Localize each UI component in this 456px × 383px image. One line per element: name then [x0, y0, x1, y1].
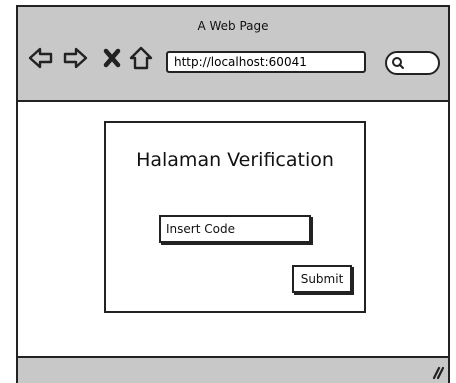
- search-icon: [392, 57, 404, 69]
- code-input[interactable]: [159, 215, 311, 243]
- search-button[interactable]: [385, 51, 440, 75]
- window-title: A Web Page: [197, 19, 269, 33]
- browser-toolbar: A Web Page http://localhost:60041: [18, 7, 448, 102]
- url-bar[interactable]: http://localhost:60041: [166, 51, 366, 73]
- verification-panel: Halaman Verification Submit: [104, 121, 366, 313]
- status-bar: [18, 356, 448, 383]
- close-x-icon[interactable]: [102, 45, 122, 71]
- home-icon[interactable]: [128, 45, 154, 71]
- browser-window: A Web Page http://localhost:60041 Halama…: [16, 5, 450, 383]
- forward-arrow-icon[interactable]: [62, 45, 88, 71]
- submit-button[interactable]: Submit: [292, 265, 352, 293]
- back-arrow-icon[interactable]: [28, 45, 54, 71]
- resize-grip-icon[interactable]: [428, 364, 444, 380]
- page-title: Halaman Verification: [136, 149, 334, 171]
